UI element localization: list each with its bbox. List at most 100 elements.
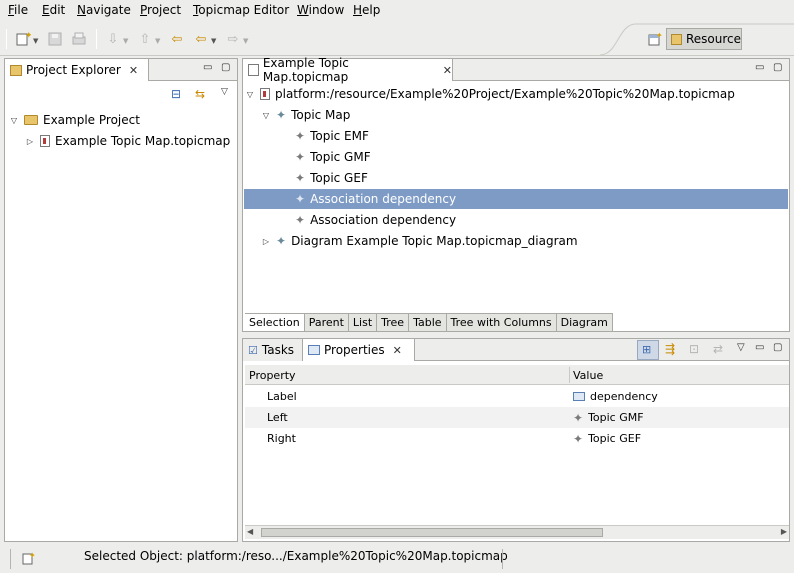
- column-value[interactable]: Value: [573, 365, 603, 385]
- maximize-icon[interactable]: ▢: [773, 342, 782, 353]
- editor-tabbar: Example Topic Map.topicmap ✕ ▭ ▢: [243, 56, 789, 84]
- forward-dropdown-icon[interactable]: ▼: [243, 37, 248, 45]
- editor-page-tabs: Selection Parent List Tree Table Tree wi…: [245, 313, 613, 331]
- close-icon[interactable]: ✕: [393, 344, 402, 357]
- tab-diagram[interactable]: Diagram: [556, 314, 613, 331]
- column-property[interactable]: Property: [249, 365, 296, 385]
- topic-label: Topic GMF: [310, 150, 371, 164]
- previous-annotation-icon[interactable]: ⇧: [136, 30, 154, 48]
- tab-selection[interactable]: Selection: [245, 314, 305, 331]
- project-explorer-icon: [10, 64, 22, 76]
- tab-parent[interactable]: Parent: [304, 314, 349, 331]
- next-annotation-icon[interactable]: ⇩: [104, 30, 122, 48]
- save-icon[interactable]: [46, 30, 64, 48]
- status-bar: ✦ Selected Object: platform:/reso.../Exa…: [0, 544, 794, 573]
- advanced-icon[interactable]: ⇄: [713, 342, 723, 356]
- property-value: dependency: [573, 386, 658, 407]
- topic-icon: ✦: [295, 129, 306, 143]
- status-separator: [502, 549, 503, 569]
- menu-topicmap-editor[interactable]: Topicmap Editor: [193, 3, 289, 17]
- close-icon[interactable]: ✕: [129, 64, 138, 77]
- scrollbar-thumb[interactable]: [261, 528, 603, 537]
- table-row[interactable]: Label dependency: [245, 386, 789, 407]
- collapsed-triangle-icon[interactable]: ▷: [25, 137, 35, 146]
- menu-navigate[interactable]: Navigate: [77, 3, 131, 17]
- next-annotation-dropdown-icon[interactable]: ▼: [123, 37, 128, 45]
- fast-view-icon[interactable]: ✦: [22, 551, 36, 568]
- properties-tab-label: Properties: [324, 343, 385, 357]
- project-explorer-tab-label: Project Explorer: [26, 63, 121, 77]
- tab-project-explorer[interactable]: Project Explorer ✕: [5, 59, 149, 81]
- scroll-right-icon[interactable]: ▶: [781, 527, 787, 536]
- table-row[interactable]: Left ✦ Topic GMF: [245, 407, 789, 428]
- minimize-icon[interactable]: ▭: [755, 62, 764, 73]
- tree-item-example-project[interactable]: ▽ Example Project: [9, 110, 140, 130]
- back-dropdown-icon[interactable]: ▼: [211, 37, 216, 45]
- tree-item-resource-root[interactable]: ▽ platform:/resource/Example%20Project/E…: [245, 84, 735, 104]
- new-dropdown-icon[interactable]: ▼: [33, 37, 38, 45]
- tab-properties[interactable]: Properties ✕: [303, 339, 415, 361]
- show-categories-button[interactable]: ⊞: [637, 340, 659, 360]
- column-divider: [569, 367, 570, 383]
- topicmap-file-icon: [40, 135, 50, 147]
- link-with-editor-icon[interactable]: ⇆: [195, 87, 211, 103]
- maximize-icon[interactable]: ▢: [773, 62, 782, 73]
- back-icon[interactable]: ⇦: [192, 30, 210, 48]
- expanded-triangle-icon[interactable]: ▽: [261, 111, 271, 120]
- editor-tab-label: Example Topic Map.topicmap: [262, 56, 349, 84]
- association-label: Association dependency: [310, 213, 457, 227]
- expanded-triangle-icon[interactable]: ▽: [9, 116, 19, 125]
- tab-tree-with-columns[interactable]: Tree with Columns: [446, 314, 557, 331]
- topic-label: Topic EMF: [310, 129, 369, 143]
- association-icon: ✦: [295, 213, 306, 227]
- topic-icon: ✦: [295, 150, 306, 164]
- filter-icon[interactable]: ⇶: [665, 342, 675, 356]
- previous-annotation-dropdown-icon[interactable]: ▼: [155, 37, 160, 45]
- tab-tree[interactable]: Tree: [377, 314, 410, 331]
- tab-tasks[interactable]: ☑ Tasks: [243, 339, 303, 361]
- menu-project[interactable]: Project: [140, 3, 181, 17]
- last-edit-location-icon[interactable]: ⇦: [168, 30, 186, 48]
- new-icon[interactable]: ✦: [14, 30, 32, 48]
- project-folder-icon: [24, 115, 38, 125]
- tree-item-association-selected[interactable]: ✦ Association dependency: [244, 189, 788, 209]
- tree-item-topic[interactable]: ✦ Topic EMF: [295, 126, 369, 146]
- svg-text:✦: ✦: [29, 551, 36, 560]
- menu-window[interactable]: Window: [297, 3, 344, 17]
- tree-item-topicmap-file[interactable]: ▷ Example Topic Map.topicmap: [25, 131, 230, 151]
- topic-icon: ✦: [295, 171, 306, 185]
- minimize-icon[interactable]: ▭: [203, 62, 212, 73]
- open-perspective-icon[interactable]: ✦: [645, 30, 665, 48]
- tab-table[interactable]: Table: [409, 314, 447, 331]
- tree-item-topic[interactable]: ✦ Topic GEF: [295, 168, 368, 188]
- properties-view: ☑ Tasks Properties ✕ ⊞ ⇶ ⊡ ⇄ ▽ ▭ ▢ Prope…: [242, 338, 790, 542]
- forward-icon[interactable]: ⇨: [224, 30, 242, 48]
- close-icon[interactable]: ✕: [443, 64, 452, 77]
- tab-example-topic-map[interactable]: Example Topic Map.topicmap ✕: [243, 56, 453, 84]
- view-menu-icon[interactable]: ▽: [737, 342, 745, 353]
- print-icon[interactable]: [70, 30, 88, 48]
- resource-perspective-label: Resource: [685, 32, 741, 46]
- tree-item-topic[interactable]: ✦ Topic GMF: [295, 147, 371, 167]
- menu-edit[interactable]: Edit: [42, 3, 65, 17]
- topic-icon: ✦: [573, 410, 584, 425]
- maximize-icon[interactable]: ▢: [221, 62, 230, 73]
- menu-file[interactable]: File: [8, 3, 28, 17]
- tab-list[interactable]: List: [348, 314, 378, 331]
- tree-item-association[interactable]: ✦ Association dependency: [295, 210, 456, 230]
- status-separator: [10, 549, 11, 569]
- collapse-all-icon[interactable]: ⊟: [171, 87, 187, 103]
- collapsed-triangle-icon[interactable]: ▷: [261, 237, 271, 246]
- menu-help[interactable]: Help: [353, 3, 380, 17]
- resource-perspective-button[interactable]: Resource: [666, 28, 742, 50]
- scroll-left-icon[interactable]: ◀: [247, 527, 253, 536]
- tree-item-topic-map[interactable]: ▽ ✦ Topic Map: [261, 105, 350, 125]
- diagram-icon: ✦: [276, 234, 287, 248]
- table-row[interactable]: Right ✦ Topic GEF: [245, 428, 789, 449]
- tree-item-diagram[interactable]: ▷ ✦ Diagram Example Topic Map.topicmap_d…: [261, 231, 578, 251]
- view-menu-icon[interactable]: ▽: [221, 87, 228, 97]
- horizontal-scrollbar[interactable]: ◀ ▶: [245, 525, 789, 539]
- expanded-triangle-icon[interactable]: ▽: [245, 90, 255, 99]
- minimize-icon[interactable]: ▭: [755, 342, 764, 353]
- restore-default-icon[interactable]: ⊡: [689, 342, 699, 356]
